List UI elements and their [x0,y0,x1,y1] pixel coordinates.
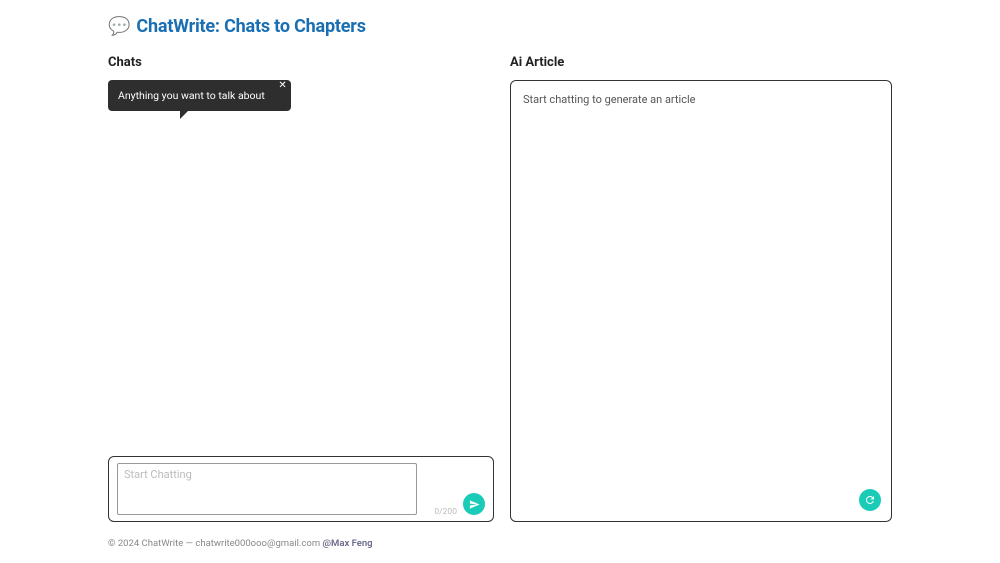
chats-area: Anything you want to talk about ✕ [108,80,494,456]
article-column: Ai Article Start chatting to generate an… [510,55,892,522]
refresh-icon [864,494,876,506]
article-panel: Start chatting to generate an article [510,80,892,522]
chat-bubble-icon: 💬 [108,16,130,37]
intro-tooltip: Anything you want to talk about ✕ [108,80,291,111]
chats-section-title: Chats [108,55,494,70]
char-count: 0/200 [434,507,457,517]
app-title: ChatWrite: Chats to Chapters [136,16,365,37]
article-section-title: Ai Article [510,55,892,70]
chat-input-container: 0/200 [108,456,494,522]
tooltip-close-button[interactable]: ✕ [278,81,286,91]
footer: © 2024 ChatWrite — chatwrite000ooo@gmail… [108,538,373,549]
refresh-button[interactable] [859,489,881,511]
send-icon [469,499,480,510]
chats-column: Chats Anything you want to talk about ✕ … [108,55,494,522]
article-placeholder: Start chatting to generate an article [523,93,695,106]
send-button[interactable] [463,493,485,515]
app-header: 💬 ChatWrite: Chats to Chapters [108,16,892,37]
footer-author-link[interactable]: @Max Feng [323,538,373,549]
footer-copyright: © 2024 ChatWrite — [108,538,195,549]
tooltip-text: Anything you want to talk about [118,89,265,102]
footer-email-link[interactable]: chatwrite000ooo@gmail.com [195,538,320,549]
chat-input[interactable] [117,463,417,515]
